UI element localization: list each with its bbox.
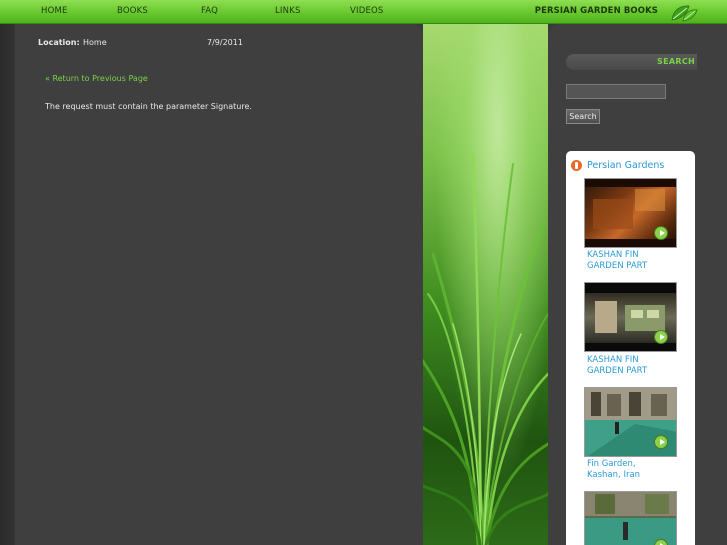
nav-videos[interactable]: VIDEOS: [350, 6, 384, 16]
video-caption[interactable]: Fin Garden, Kashan, Iran: [587, 459, 677, 481]
main-content-panel: Location: Home 7/9/2011 « Return to Prev…: [15, 24, 423, 545]
play-icon: [654, 226, 668, 240]
location-breadcrumb[interactable]: Home: [83, 38, 107, 47]
right-sidebar: SEARCH Search Persian Gardens KASHAN FIN…: [548, 24, 727, 545]
video-caption-line: Fin Garden,: [587, 459, 636, 469]
current-date: 7/9/2011: [207, 38, 243, 47]
video-caption[interactable]: KASHAN FIN GARDEN PART: [587, 355, 677, 377]
error-message: The request must contain the parameter S…: [45, 102, 252, 111]
video-caption-line: GARDEN PART: [587, 366, 648, 376]
top-navigation: HOME BOOKS FAQ LINKS VIDEOS PERSIAN GARD…: [0, 0, 727, 24]
video-thumbnail[interactable]: [584, 282, 677, 352]
nav-home[interactable]: HOME: [41, 6, 68, 16]
video-thumbnail[interactable]: [584, 491, 677, 545]
search-input[interactable]: [566, 84, 666, 99]
search-button[interactable]: Search: [566, 109, 600, 124]
video-thumbnail[interactable]: [584, 178, 677, 248]
videos-widget: Persian Gardens KASHAN FIN GARDEN PART K…: [566, 151, 695, 545]
video-caption-line: KASHAN FIN: [587, 355, 639, 365]
play-icon: [654, 435, 668, 449]
video-thumbnail[interactable]: [584, 387, 677, 457]
video-caption-line: GARDEN PART: [587, 261, 648, 271]
grass-blades-graphic: [423, 152, 548, 545]
play-icon: [654, 330, 668, 344]
videos-widget-title[interactable]: Persian Gardens: [587, 160, 664, 171]
video-thumbnail-image: [585, 492, 676, 545]
video-channel-icon: [571, 160, 582, 171]
nav-books[interactable]: BOOKS: [117, 6, 148, 16]
leaf-logo-icon: [671, 5, 698, 22]
grass-background-image: [423, 24, 548, 545]
video-caption-line: Kashan, Iran: [587, 470, 641, 480]
search-title: SEARCH: [657, 57, 695, 66]
nav-faq[interactable]: FAQ: [201, 6, 218, 16]
nav-links[interactable]: LINKS: [275, 6, 301, 16]
video-caption[interactable]: KASHAN FIN GARDEN PART: [587, 250, 677, 272]
return-previous-link[interactable]: « Return to Previous Page: [45, 74, 148, 83]
site-brand[interactable]: PERSIAN GARDEN BOOKS: [535, 6, 658, 16]
video-caption-line: KASHAN FIN: [587, 250, 639, 260]
search-header-bar: SEARCH: [566, 54, 697, 70]
location-label: Location:: [38, 38, 80, 47]
